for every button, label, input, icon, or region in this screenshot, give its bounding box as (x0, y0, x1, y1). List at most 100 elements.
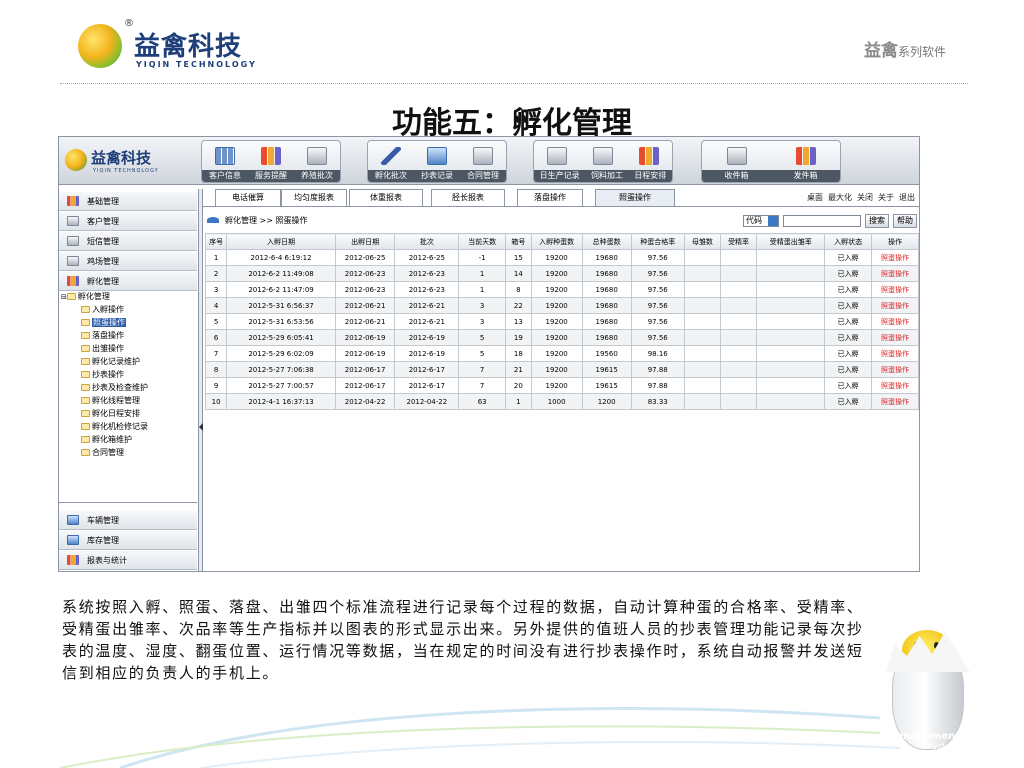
toolbar-label[interactable]: 日程安排 (634, 170, 666, 182)
toolbar-label[interactable]: 孵化批次 (375, 170, 407, 182)
table-row[interactable]: 3 2012-6-2 11:47:09 2012-06-23 2012-6-23 1 8 1… (204, 281, 919, 298)
window-link[interactable]: 关于 (878, 193, 894, 202)
tools-icon[interactable] (593, 147, 613, 165)
tree-item[interactable]: 抄表操作 (61, 368, 195, 381)
row-action-link[interactable]: 照蛋操作 (871, 329, 919, 346)
toolbar-label[interactable]: 养殖批次 (301, 170, 333, 182)
table-row[interactable]: 7 2012-5-29 6:02:09 2012-06-19 2012-6-19 5 18… (204, 345, 919, 362)
sidebar-item[interactable]: 孵化管理 (59, 272, 197, 291)
column-header[interactable]: 操作 (871, 233, 919, 250)
column-header[interactable]: 总种蛋数 (581, 233, 632, 250)
pen-icon[interactable] (381, 147, 401, 165)
tree-item[interactable]: 合同管理 (61, 446, 195, 459)
tree-item[interactable]: 孵化日程安排 (61, 407, 195, 420)
search-button[interactable]: 搜索 (865, 214, 889, 228)
toolbar-label[interactable]: 抄表记录 (421, 170, 453, 182)
toolbar-label[interactable]: 服务提醒 (255, 170, 287, 182)
document-icon[interactable] (473, 147, 493, 165)
tree-item[interactable]: 照蛋操作 (61, 316, 195, 329)
bar-chart-icon[interactable] (639, 147, 659, 165)
column-header[interactable]: 母雏数 (683, 233, 721, 250)
table-row[interactable]: 10 2012-4-1 16:37:13 2012-04-22 2012-04-22 6… (204, 393, 919, 410)
tree-item[interactable]: 孵化线程管理 (61, 394, 195, 407)
table-row[interactable]: 5 2012-5-31 6:53:56 2012-06-21 2012-6-21 3 13… (204, 313, 919, 330)
tab[interactable]: 照蛋操作 (595, 189, 675, 206)
table-row[interactable]: 6 2012-5-29 6:05:41 2012-06-19 2012-6-19 5 19… (204, 329, 919, 346)
tree-item[interactable]: 入孵操作 (61, 303, 195, 316)
sidebar-item[interactable]: 车辆管理 (59, 511, 197, 530)
chart-table-icon[interactable] (261, 147, 281, 165)
row-action-link[interactable]: 照蛋操作 (871, 297, 919, 314)
window-link[interactable]: 最大化 (828, 193, 852, 202)
help-button[interactable]: 帮助 (893, 214, 917, 228)
tab[interactable]: 落盘操作 (517, 189, 583, 206)
window-link[interactable]: 桌面 (807, 193, 823, 202)
header-divider (60, 83, 968, 84)
calendar-icon[interactable] (547, 147, 567, 165)
column-header[interactable]: 当前天数 (458, 233, 507, 250)
row-action-link[interactable]: 照蛋操作 (871, 377, 919, 394)
table-cell: 2012-6-21 (394, 297, 460, 314)
column-header[interactable]: 受精率 (719, 233, 758, 250)
column-header[interactable]: 入孵日期 (226, 233, 336, 250)
row-action-link[interactable]: 照蛋操作 (871, 313, 919, 330)
tab[interactable]: 电话催算 (215, 189, 281, 206)
toolbar-label[interactable]: 合同管理 (467, 170, 499, 182)
window-link[interactable]: 退出 (899, 193, 915, 202)
table-row[interactable]: 4 2012-5-31 6:56:37 2012-06-21 2012-6-21 3 22… (204, 297, 919, 314)
table-row[interactable]: 2 2012-6-2 11:49:08 2012-06-23 2012-6-23 1 14… (204, 265, 919, 282)
column-header[interactable]: 入孵状态 (824, 233, 873, 250)
grid-icon[interactable] (215, 147, 235, 165)
tree-item[interactable]: 抄表及检查维护 (61, 381, 195, 394)
row-action-link[interactable]: 照蛋操作 (871, 249, 919, 266)
tree-item[interactable]: 孵化机检修记录 (61, 420, 195, 433)
sidebar-item[interactable]: 库存管理 (59, 531, 197, 550)
sidebar-item[interactable]: 短信管理 (59, 232, 197, 251)
row-action-link[interactable]: 照蛋操作 (871, 281, 919, 298)
row-action-link[interactable]: 照蛋操作 (871, 265, 919, 282)
row-action-link[interactable]: 照蛋操作 (871, 361, 919, 378)
column-header[interactable]: 出孵日期 (334, 233, 396, 250)
search-input[interactable] (783, 215, 861, 227)
tab[interactable]: 体重报表 (349, 189, 423, 206)
row-action-link[interactable]: 照蛋操作 (871, 345, 919, 362)
search-field-select[interactable]: 代码 (743, 215, 779, 227)
tree-item[interactable]: 出雏操作 (61, 342, 195, 355)
module-icon (67, 236, 79, 246)
table-cell: 已入孵 (824, 281, 873, 298)
window-icon[interactable] (427, 147, 447, 165)
sidebar-item[interactable]: 基础管理 (59, 192, 197, 211)
tree-root[interactable]: ⊟ 孵化管理 (61, 290, 195, 303)
column-header[interactable]: 受精蛋出雏率 (756, 233, 826, 250)
toolbar-label[interactable]: 收件箱 (725, 170, 749, 182)
collapse-arrow-icon[interactable] (199, 423, 203, 431)
sidebar-item[interactable]: 报表与统计 (59, 551, 197, 570)
inbox-icon[interactable] (726, 147, 747, 165)
tree-item[interactable]: 落盘操作 (61, 329, 195, 342)
toolbar-label[interactable]: 饲料加工 (591, 170, 623, 182)
table-row[interactable]: 8 2012-5-27 7:06:38 2012-06-17 2012-6-17 7 21… (204, 361, 919, 378)
column-header[interactable]: 种蛋合格率 (630, 233, 685, 250)
cube-icon[interactable] (307, 147, 327, 165)
toolbar-icons (702, 144, 840, 170)
table-cell: 19200 (530, 297, 583, 314)
toolbar-label[interactable]: 发件箱 (794, 170, 818, 182)
row-action-link[interactable]: 照蛋操作 (871, 393, 919, 410)
tree-item[interactable]: 孵化记录维护 (61, 355, 195, 368)
sidebar-splitter[interactable] (199, 189, 203, 571)
sidebar-item[interactable]: 客户管理 (59, 212, 197, 231)
column-header[interactable]: 序号 (204, 233, 228, 250)
outbox-icon[interactable] (795, 147, 816, 165)
column-header[interactable]: 箱号 (505, 233, 532, 250)
column-header[interactable]: 批次 (394, 233, 460, 250)
tab[interactable]: 均匀度报表 (281, 189, 347, 206)
table-row[interactable]: 9 2012-5-27 7:00:57 2012-06-17 2012-6-17 7 20… (204, 377, 919, 394)
tab[interactable]: 胫长报表 (431, 189, 505, 206)
toolbar-label[interactable]: 日生产记录 (540, 170, 580, 182)
window-link[interactable]: 关闭 (857, 193, 873, 202)
sidebar-item[interactable]: 鸡场管理 (59, 252, 197, 271)
column-header[interactable]: 入孵种蛋数 (530, 233, 583, 250)
table-row[interactable]: 1 2012-6-4 6:19:12 2012-06-25 2012-6-25 -1 15… (204, 249, 919, 266)
tree-item[interactable]: 孵化箱维护 (61, 433, 195, 446)
toolbar-label[interactable]: 客户信息 (209, 170, 241, 182)
